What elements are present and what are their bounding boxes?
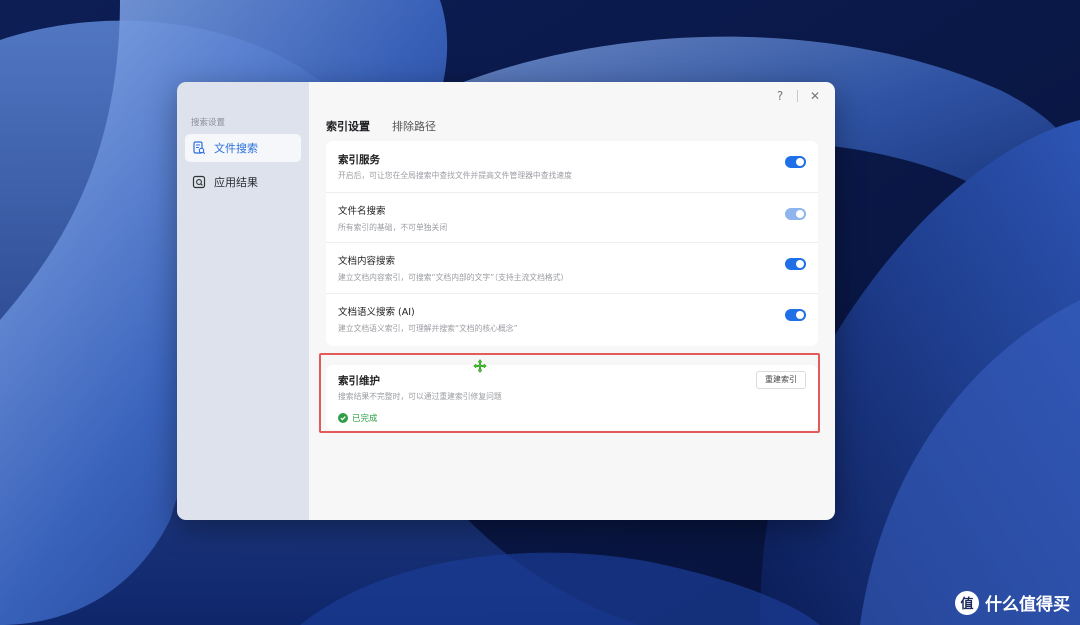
toggle-knob [796,310,804,319]
status-text: 已完成 [352,414,378,424]
settings-panel: ? ✕ 索引设置 排除路径 索引服务 开启后，可让您在全局搜索中查找文件并提高文… [309,82,835,520]
rebuild-index-button[interactable]: 重建索引 [756,371,806,389]
maintenance-status: 已完成 [338,412,818,424]
index-settings-card: 索引服务 开启后，可让您在全局搜索中查找文件并提高文件管理器中查找速度 文件名搜… [326,141,818,346]
setting-row-filename-search: 文件名搜索 所有索引的基础，不可单独关闭 [326,191,818,243]
setting-desc: 开启后，可让您在全局搜索中查找文件并提高文件管理器中查找速度 [338,171,572,180]
index-maintenance-card: 索引维护 搜索结果不完整时，可以通过重建索引修复问题 重建索引 已完成 [326,365,818,430]
maintenance-title: 索引维护 [338,375,380,387]
sidebar-item-file-search[interactable]: 文件搜索 [185,134,301,162]
watermark: 值 什么值得买 [955,590,1070,615]
close-button[interactable]: ✕ [807,89,823,103]
tab-index-settings[interactable]: 索引设置 [326,118,370,137]
help-button[interactable]: ? [772,89,788,103]
setting-row-content-search: 文档内容搜索 建立文档内容索引，可搜索“文档内部的文字”（支持主流文档格式） [326,242,818,293]
watermark-logo-icon: 值 [955,590,979,615]
toggle-knob [796,158,804,166]
setting-title: 文档语义搜索 (AI) [338,306,415,318]
sidebar: 搜索设置 文件搜索 应用结果 [177,82,309,520]
tab-bar: 索引设置 排除路径 [326,118,458,137]
setting-desc: 建立文档内容索引，可搜索“文档内部的文字”（支持主流文档格式） [338,273,569,282]
setting-desc: 建立文档语义索引，可理解并搜索“文档的核心概念” [338,323,518,333]
check-circle-icon [338,413,348,423]
filename-search-toggle [785,207,806,220]
sidebar-item-label: 应用结果 [214,176,258,189]
titlebar-divider [797,90,798,102]
titlebar: ? ✕ [772,88,823,104]
sidebar-heading: 搜索设置 [191,118,226,128]
file-search-icon [192,141,206,155]
tab-exclude-paths[interactable]: 排除路径 [392,118,436,137]
setting-title: 文件名搜索 [338,205,386,217]
setting-title: 索引服务 [338,154,380,166]
toggle-knob [796,209,804,218]
semantic-search-toggle[interactable] [785,308,806,321]
toggle-knob [796,260,804,268]
index-service-toggle[interactable] [785,156,806,168]
setting-row-index-service: 索引服务 开启后，可让您在全局搜索中查找文件并提高文件管理器中查找速度 [326,141,818,192]
sidebar-item-label: 文件搜索 [214,142,258,155]
watermark-text: 什么值得买 [985,595,1070,615]
search-settings-window: 搜索设置 文件搜索 应用结果 ? ✕ 索引设置 排除路径 索引服务 开启后，可让… [177,82,835,520]
maintenance-desc: 搜索结果不完整时，可以通过重建索引修复问题 [338,392,502,401]
setting-desc: 所有索引的基础，不可单独关闭 [338,222,448,232]
setting-row-semantic-search: 文档语义搜索 (AI) 建立文档语义索引，可理解并搜索“文档的核心概念” [326,292,818,344]
setting-title: 文档内容搜索 [338,256,396,267]
app-search-icon [192,175,206,189]
sidebar-item-app-results[interactable]: 应用结果 [185,168,301,196]
move-cursor-icon [473,359,487,373]
content-search-toggle[interactable] [785,258,806,270]
